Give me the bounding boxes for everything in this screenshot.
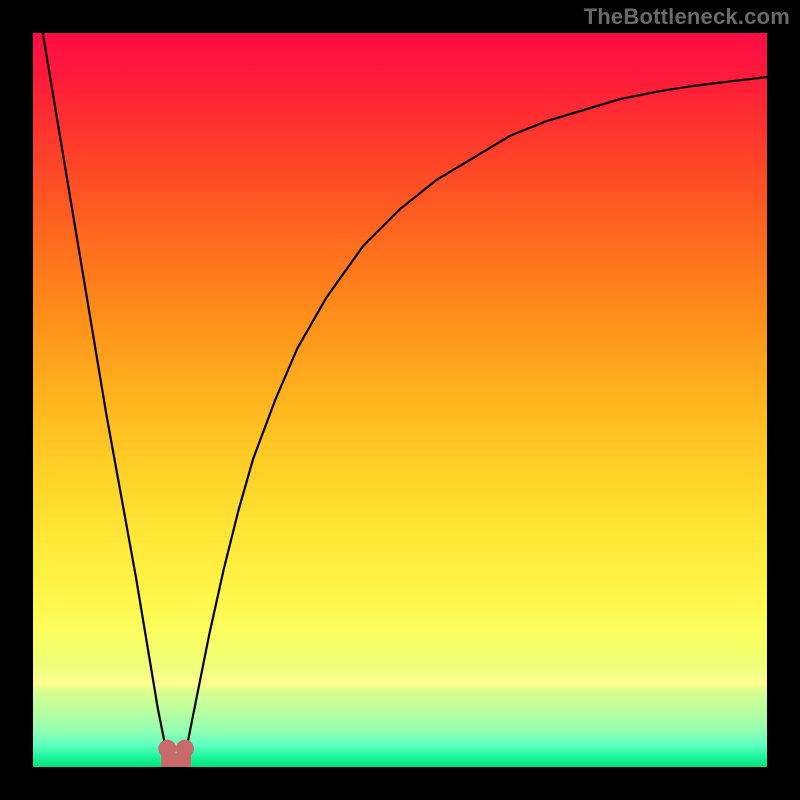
chart-frame: TheBottleneck.com [0, 0, 800, 800]
marker-bridge [161, 753, 191, 767]
watermark-label: TheBottleneck.com [584, 4, 790, 30]
bottleneck-curve-path [33, 33, 767, 760]
chart-svg [33, 33, 767, 767]
marker-group [158, 740, 194, 767]
chart-plot-area [33, 33, 767, 767]
